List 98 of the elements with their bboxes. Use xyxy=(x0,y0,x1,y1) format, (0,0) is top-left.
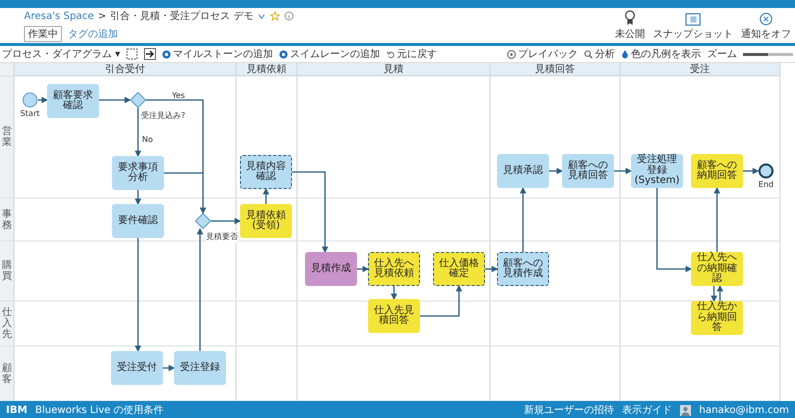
search-icon[interactable] xyxy=(584,50,593,58)
action-label[interactable]: 通知をオフ xyxy=(741,27,791,41)
zoom-slider[interactable] xyxy=(743,52,793,56)
event-label: Start xyxy=(19,109,41,118)
lane-label[interactable]: 仕入先 xyxy=(2,307,12,340)
milestone-header[interactable]: 見積依頼 xyxy=(236,63,297,76)
flow-arrow[interactable] xyxy=(716,284,724,301)
flow-arrow[interactable] xyxy=(163,364,176,372)
start-event[interactable] xyxy=(22,92,38,108)
award-icon[interactable] xyxy=(623,10,637,26)
gateway-diamond[interactable] xyxy=(195,213,211,229)
star-icon[interactable] xyxy=(270,11,280,21)
terms-link[interactable]: Blueworks Live の使用条件 xyxy=(35,403,164,417)
flow-arrow[interactable] xyxy=(614,168,632,174)
flow-arrow[interactable] xyxy=(38,96,48,104)
arrow-right-icon[interactable] xyxy=(144,48,156,60)
flow-arrow[interactable] xyxy=(134,190,142,206)
task-node[interactable]: 見積内容確認 xyxy=(240,155,292,189)
task-node[interactable]: 受注受付 xyxy=(111,351,163,385)
task-node[interactable]: 仕入先見積回答 xyxy=(368,299,420,333)
task-node[interactable]: 見積作成 xyxy=(305,252,357,286)
playback-button[interactable]: プレイバック xyxy=(518,47,578,61)
flow-arrow[interactable] xyxy=(262,188,270,204)
branch-label: Yes xyxy=(172,91,185,100)
gateway-label: 受注見込み? xyxy=(141,110,186,121)
drop-icon[interactable] xyxy=(621,49,629,59)
task-node[interactable]: 顧客への見積作成 xyxy=(497,252,549,286)
add-milestone-button[interactable]: マイルストーンの追加 xyxy=(173,47,274,61)
add-icon[interactable] xyxy=(162,50,172,58)
action-label[interactable]: 未公開 xyxy=(615,27,645,41)
task-node[interactable]: 仕入先から納期回答 xyxy=(691,301,743,335)
status-badge[interactable]: 作業中 xyxy=(24,26,62,42)
flow-arrow[interactable] xyxy=(549,168,564,174)
flow-arrow[interactable] xyxy=(196,228,204,351)
action-label[interactable]: スナップショット xyxy=(653,27,733,41)
zoom-label: ズーム xyxy=(707,48,737,61)
flow-arrow[interactable] xyxy=(520,186,526,252)
task-node[interactable]: 要求事項分析 xyxy=(112,156,164,190)
task-node[interactable]: 顧客への見積回答 xyxy=(562,154,614,188)
play-icon[interactable] xyxy=(507,50,516,58)
gateway-label: 見積要否 xyxy=(206,231,238,242)
branch-label: No xyxy=(142,135,153,144)
lane-label[interactable]: 事務 xyxy=(2,208,12,230)
milestone-header[interactable]: 受注 xyxy=(620,63,780,76)
flow-arrow[interactable] xyxy=(420,284,462,317)
breadcrumb-separator: > xyxy=(98,10,106,22)
invite-link[interactable]: 新規ユーザーの招待 xyxy=(524,403,614,417)
undo-button[interactable]: 元に戻す xyxy=(397,47,438,61)
flow-arrow[interactable] xyxy=(656,188,692,272)
close-icon[interactable] xyxy=(759,12,773,26)
connector-line[interactable] xyxy=(164,172,203,174)
task-node[interactable]: 見積依頼(受領) xyxy=(240,204,292,238)
flow-arrow[interactable] xyxy=(292,171,328,254)
add-icon[interactable] xyxy=(279,50,288,58)
flow-arrow[interactable] xyxy=(211,218,242,224)
flow-arrow[interactable] xyxy=(710,286,718,302)
flow-arrow[interactable] xyxy=(390,286,398,300)
task-node[interactable]: 受注処理登録 (System) xyxy=(631,154,683,188)
flow-arrow[interactable] xyxy=(134,108,142,158)
color-legend-button[interactable]: 色の凡例を表示 xyxy=(631,47,701,61)
select-icon[interactable] xyxy=(126,48,138,60)
milestone-header[interactable]: 見積回答 xyxy=(490,63,620,76)
task-node[interactable]: 顧客要求確認 xyxy=(47,84,99,118)
user-link[interactable]: hanako@ibm.com xyxy=(699,404,789,416)
task-node[interactable]: 仕入価格確定 xyxy=(433,252,485,286)
guide-link[interactable]: 表示ガイド xyxy=(622,403,672,417)
event-label: End xyxy=(757,180,775,189)
undo-icon[interactable] xyxy=(386,50,396,58)
task-node[interactable]: 仕入先への納期確認 xyxy=(691,252,743,286)
task-node[interactable]: 仕入先へ見積依頼 xyxy=(368,252,420,286)
task-node[interactable]: 受注登録 xyxy=(174,351,226,385)
info-icon[interactable] xyxy=(284,11,294,21)
add-tag-link[interactable]: タグの追加 xyxy=(68,27,118,41)
process-title: 引合・見積・受注プロセス デモ xyxy=(110,10,254,23)
milestone-header[interactable]: 見積 xyxy=(297,63,490,76)
snapshot-icon[interactable] xyxy=(685,12,701,26)
task-node[interactable]: 見積承認 xyxy=(497,154,549,188)
flow-arrow[interactable] xyxy=(99,96,132,104)
flow-arrow[interactable] xyxy=(714,186,720,252)
gateway-diamond[interactable] xyxy=(130,92,146,108)
task-node[interactable]: 顧客への納期回答 xyxy=(691,154,743,188)
flow-arrow[interactable] xyxy=(357,266,370,272)
chevron-down-icon[interactable] xyxy=(257,12,266,20)
view-dropdown[interactable]: プロセス・ダイアグラム ▾ xyxy=(2,47,120,61)
milestone-header[interactable]: 引合受付 xyxy=(14,63,236,76)
analyze-button[interactable]: 分析 xyxy=(595,47,615,61)
add-lane-button[interactable]: スイムレーンの追加 xyxy=(290,47,380,61)
space-link[interactable]: Aresa's Space xyxy=(24,10,94,22)
lane-label[interactable]: 顧客 xyxy=(2,362,12,384)
flow-arrow[interactable] xyxy=(485,266,498,272)
lane-label[interactable]: 営業 xyxy=(2,126,12,148)
avatar-icon[interactable] xyxy=(680,404,692,416)
lane-label[interactable]: 購買 xyxy=(2,260,12,282)
task-node[interactable]: 要件確認 xyxy=(112,204,164,238)
end-event[interactable] xyxy=(758,163,774,179)
flow-arrow[interactable] xyxy=(743,168,760,174)
flow-arrow[interactable] xyxy=(134,238,142,352)
brand-logo[interactable]: IBM xyxy=(6,404,28,416)
